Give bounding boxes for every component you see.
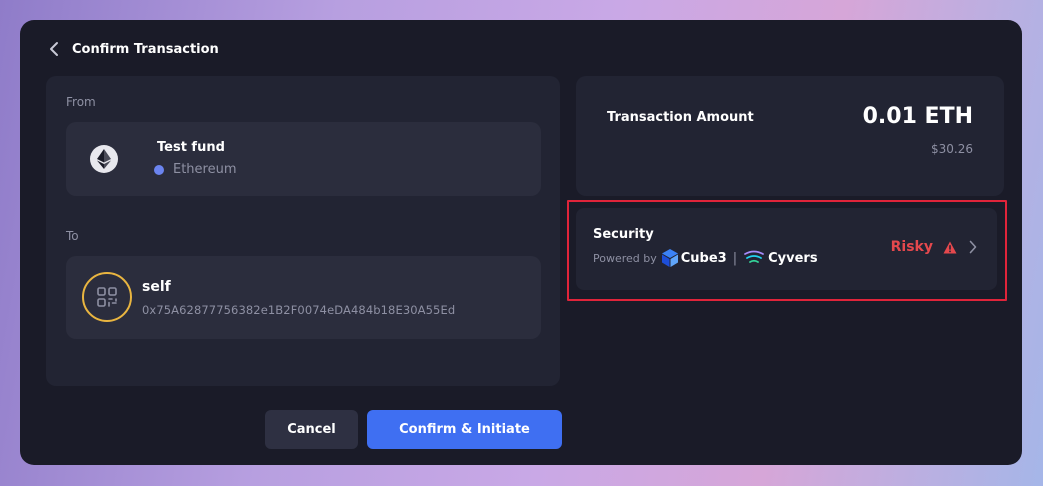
risk-status: Risky [891, 239, 979, 255]
from-account-name: Test fund [157, 140, 225, 155]
warning-icon [943, 241, 957, 254]
back-icon[interactable] [46, 41, 62, 57]
qr-code-icon [82, 272, 132, 322]
chevron-right-icon [969, 240, 979, 254]
amount-fiat-value: $30.26 [931, 142, 973, 156]
cancel-button[interactable]: Cancel [265, 410, 358, 449]
ethereum-logo-icon [90, 145, 118, 173]
from-label: From [66, 95, 96, 109]
provider-separator: | [732, 250, 738, 266]
cyvers-logo-icon [743, 250, 765, 266]
modal-header: Confirm Transaction [46, 38, 219, 60]
amount-label: Transaction Amount [607, 110, 754, 125]
recipient-name: self [142, 279, 171, 295]
powered-by-row: Powered by Cube3 | Cyvers [593, 248, 818, 268]
amount-value: 0.01 ETH [862, 104, 973, 129]
to-label: To [66, 229, 79, 243]
powered-by-label: Powered by [593, 251, 657, 265]
to-recipient-card: self 0x75A62877756382e1B2F0074eDA484b18E… [66, 256, 541, 339]
cube3-brand: Cube3 [680, 250, 727, 266]
cyvers-brand: Cyvers [768, 250, 818, 266]
cube3-logo-icon [661, 249, 678, 267]
from-to-panel: From Test fund Ethereum To self 0x75A628… [46, 76, 560, 386]
network-dot-icon [154, 164, 164, 175]
recipient-address: 0x75A62877756382e1B2F0074eDA484b18E30A55… [142, 303, 456, 317]
transaction-amount-panel: Transaction Amount 0.01 ETH $30.26 [576, 76, 1004, 196]
page-title: Confirm Transaction [72, 41, 219, 57]
confirm-initiate-button[interactable]: Confirm & Initiate [367, 410, 562, 449]
confirm-transaction-modal: Confirm Transaction From Test fund Ether… [20, 20, 1022, 465]
network-name: Ethereum [173, 162, 237, 177]
security-title: Security [593, 227, 654, 242]
network-row: Ethereum [154, 162, 237, 177]
security-row[interactable]: Security Powered by Cube3 | Cyvers Risky [576, 208, 997, 290]
from-account-card: Test fund Ethereum [66, 122, 541, 196]
risk-status-label: Risky [890, 239, 933, 255]
